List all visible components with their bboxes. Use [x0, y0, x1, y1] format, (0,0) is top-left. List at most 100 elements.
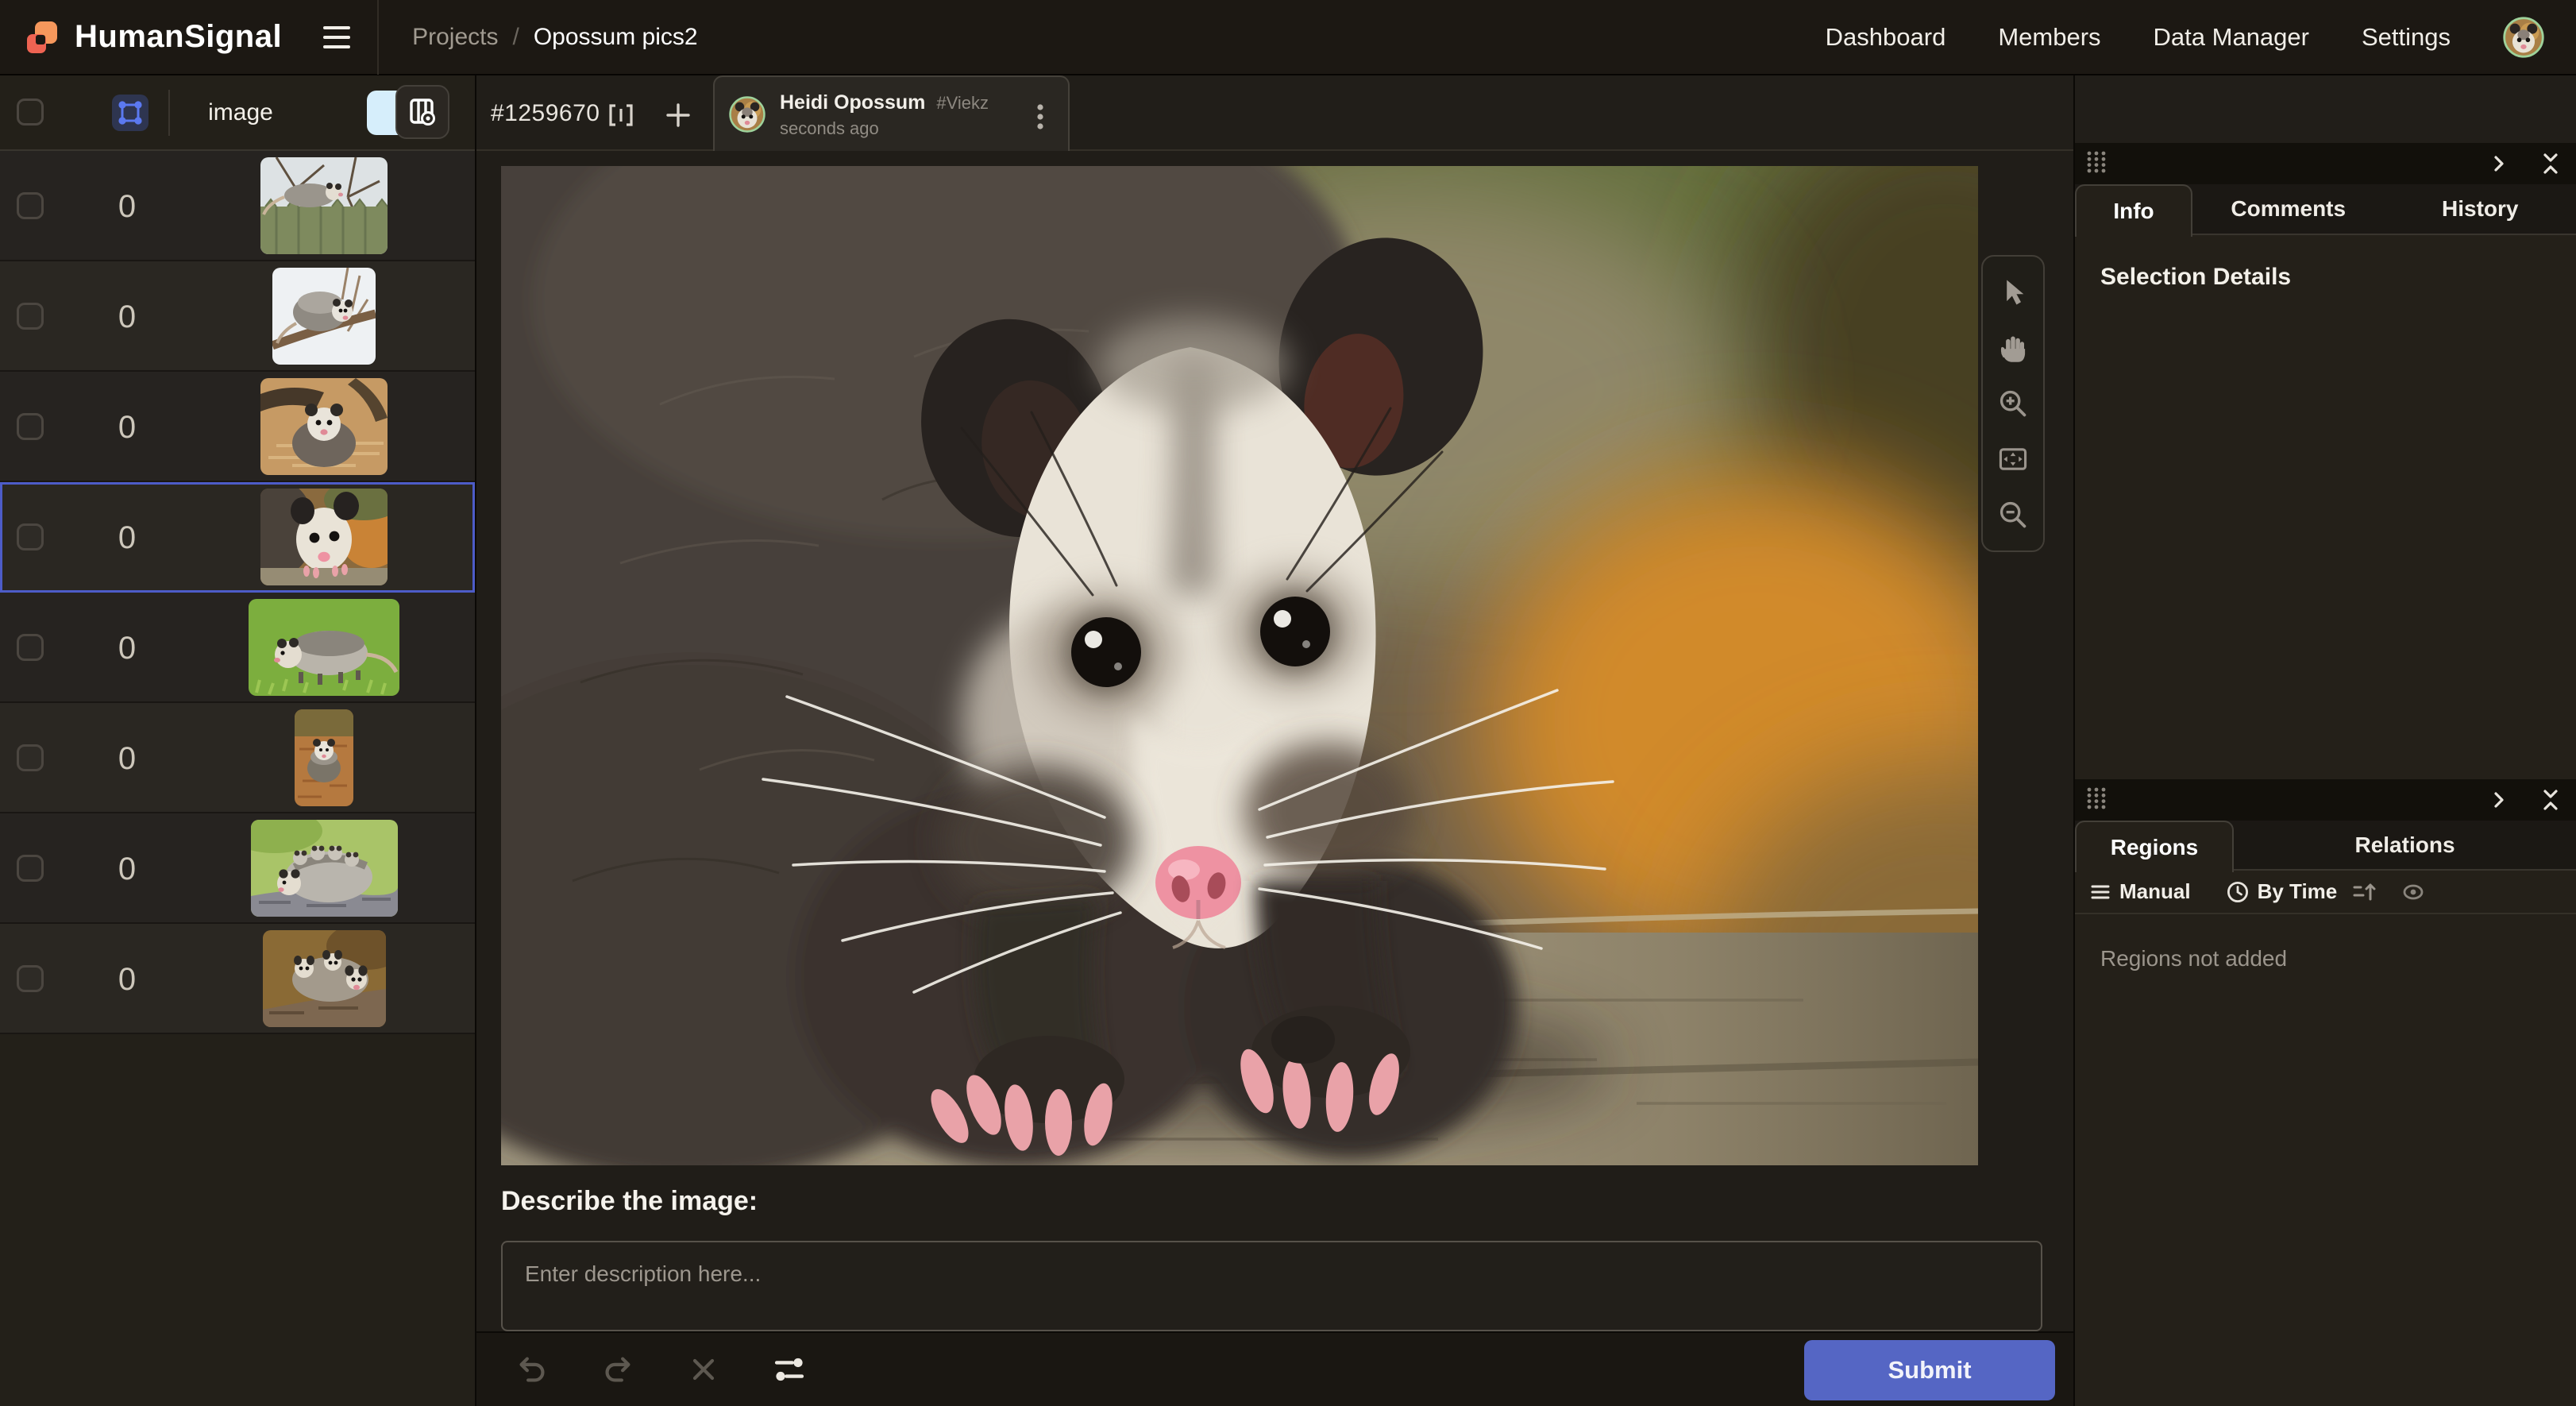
nav-data-manager[interactable]: Data Manager	[2154, 23, 2309, 52]
tab-comments[interactable]: Comments	[2192, 184, 2385, 234]
nav-dashboard[interactable]: Dashboard	[1826, 23, 1946, 52]
tab-regions[interactable]: Regions	[2075, 821, 2234, 872]
annotation-workspace: #1259670	[476, 75, 2073, 1406]
kebab-icon	[1027, 101, 1054, 133]
task-row[interactable]: 0	[0, 703, 475, 813]
chevron-right-icon	[2489, 153, 2509, 174]
humansignal-logo-icon	[22, 17, 64, 58]
nav-members[interactable]: Members	[1998, 23, 2100, 52]
task-row[interactable]: 0	[0, 924, 475, 1034]
task-checkbox[interactable]	[17, 192, 44, 219]
breadcrumb-projects-link[interactable]: Projects	[412, 24, 498, 51]
zoom-out-button[interactable]	[1988, 487, 2038, 543]
task-checkbox[interactable]	[17, 523, 44, 550]
right-panel-top-spacer	[2075, 75, 2576, 143]
fit-screen-button[interactable]	[1988, 431, 2038, 487]
zoom-in-button[interactable]	[1988, 376, 2038, 431]
image-tools-toolbar	[1981, 255, 2045, 552]
undo-button[interactable]	[511, 1349, 553, 1390]
main-layout: image 0	[0, 75, 2576, 1406]
sort-direction-button[interactable]	[2348, 877, 2381, 907]
annotator-name-row: Heidi Opossum #Viekz	[780, 91, 989, 114]
describe-image-label: Describe the image:	[501, 1186, 758, 1217]
annotation-menu-button[interactable]	[1024, 98, 1057, 136]
task-checkbox[interactable]	[17, 965, 44, 992]
task-list-header: image	[0, 75, 475, 151]
annotation-actions-bar: Submit	[476, 1331, 2073, 1406]
user-avatar[interactable]	[2503, 17, 2544, 58]
view-settings-icon	[406, 95, 439, 129]
task-row[interactable]: 0	[0, 261, 475, 372]
collapse-vertical-icon	[2539, 152, 2562, 176]
select-all-checkbox[interactable]	[17, 98, 44, 126]
breadcrumb-current-project: Opossum pics2	[534, 24, 698, 51]
top-nav-links: Dashboard Members Data Manager Settings	[1826, 17, 2544, 58]
pointer-icon	[1997, 276, 2029, 308]
reset-annotation-button[interactable]	[683, 1349, 724, 1390]
select-tool-button[interactable]	[1988, 265, 2038, 320]
column-divider	[168, 90, 170, 136]
drag-grip-icon[interactable]	[2086, 786, 2107, 814]
annotation-settings-button[interactable]	[769, 1349, 810, 1390]
description-input[interactable]	[501, 1241, 2042, 1331]
task-checkbox[interactable]	[17, 413, 44, 440]
task-checkbox[interactable]	[17, 744, 44, 771]
label-studio-app: HumanSignal Projects / Opossum pics2 Das…	[0, 0, 2576, 1406]
annotation-tab[interactable]: Heidi Opossum #Viekz seconds ago	[713, 75, 1070, 151]
task-checkbox[interactable]	[17, 634, 44, 661]
chevron-right-icon	[2489, 790, 2509, 810]
detach-panel-button[interactable]	[2485, 786, 2512, 813]
task-row[interactable]: 0	[0, 372, 475, 482]
group-by-manual-button[interactable]: Manual	[2089, 879, 2191, 904]
collapse-panel-button[interactable]	[2536, 785, 2565, 815]
order-by-time-button[interactable]: By Time	[2226, 879, 2338, 904]
pan-tool-button[interactable]	[1988, 320, 2038, 376]
image-column-title: image	[181, 99, 300, 126]
annotation-topbar: #1259670	[476, 75, 2073, 151]
task-image-canvas[interactable]	[501, 166, 1978, 1165]
task-list-empty-space	[0, 1034, 475, 1406]
submit-button[interactable]: Submit	[1804, 1340, 2055, 1400]
copy-annotation-button[interactable]	[602, 96, 640, 134]
add-annotation-button[interactable]	[659, 96, 697, 134]
regions-overlay-toggle-button[interactable]	[112, 95, 148, 131]
task-checkbox[interactable]	[17, 303, 44, 330]
drag-grip-icon[interactable]	[2086, 150, 2107, 178]
task-row[interactable]: 0	[0, 813, 475, 924]
annotator-avatar	[729, 96, 765, 133]
breadcrumb-separator: /	[512, 24, 519, 51]
task-annotation-count: 0	[87, 299, 167, 335]
task-id: #1259670	[491, 75, 600, 151]
top-navigation: HumanSignal Projects / Opossum pics2 Das…	[0, 0, 2576, 75]
nav-settings[interactable]: Settings	[2362, 23, 2451, 52]
user-avatar-image	[2503, 17, 2544, 58]
collapse-panel-button[interactable]	[2536, 149, 2565, 179]
tab-info[interactable]: Info	[2075, 184, 2192, 237]
clock-icon	[2226, 880, 2250, 904]
tab-relations[interactable]: Relations	[2234, 821, 2576, 869]
sort-ascending-icon	[2351, 880, 2378, 904]
tab-history[interactable]: History	[2385, 184, 2576, 234]
task-row-selected[interactable]: 0	[0, 482, 475, 593]
task-thumbnail	[260, 489, 388, 585]
task-annotation-count: 0	[87, 962, 167, 998]
discard-icon	[686, 1352, 721, 1387]
undo-icon	[515, 1352, 550, 1387]
humansignal-logo[interactable]: HumanSignal	[22, 17, 282, 58]
view-settings-popover	[395, 85, 449, 139]
view-settings-button[interactable]	[367, 91, 434, 135]
task-row[interactable]: 0	[0, 151, 475, 261]
list-icon	[2089, 881, 2111, 903]
detach-panel-button[interactable]	[2485, 150, 2512, 177]
task-list-sidebar: image 0	[0, 75, 476, 1406]
annotator-name: Heidi Opossum	[780, 91, 925, 114]
menu-hamburger-button[interactable]	[317, 20, 357, 55]
task-row[interactable]: 0	[0, 593, 475, 703]
redo-button[interactable]	[597, 1349, 638, 1390]
task-thumbnail	[263, 930, 386, 1027]
sliders-icon	[772, 1352, 807, 1387]
order-by-label: By Time	[2258, 879, 2338, 904]
toggle-regions-visibility-button[interactable]	[2397, 877, 2429, 907]
task-checkbox[interactable]	[17, 855, 44, 882]
plus-icon	[662, 99, 694, 131]
